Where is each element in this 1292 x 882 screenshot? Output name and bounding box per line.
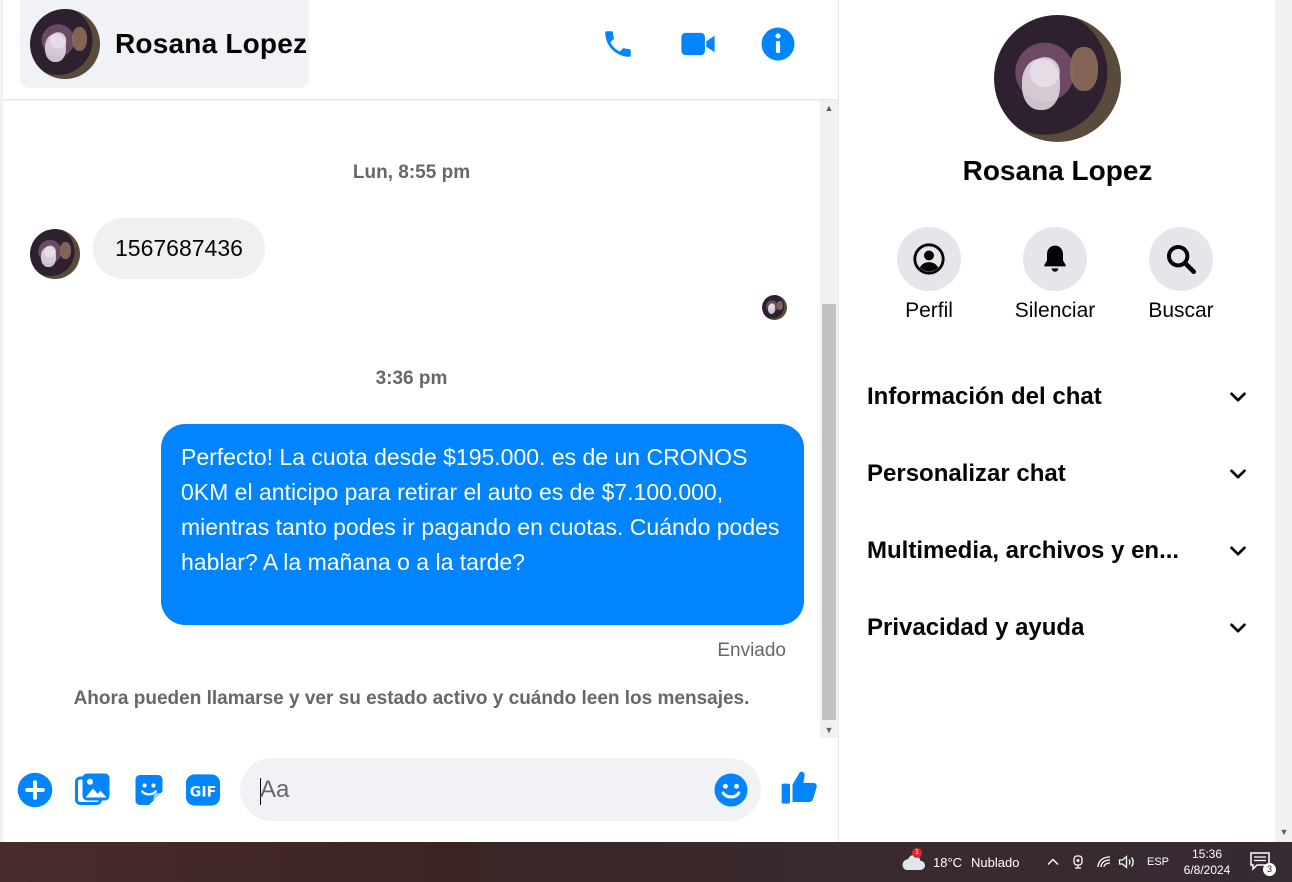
webcam-icon[interactable] <box>1071 842 1085 882</box>
weather-description: Nublado <box>971 854 1020 870</box>
phone-icon[interactable] <box>598 22 638 66</box>
gif-icon[interactable]: GIF <box>183 770 223 810</box>
input-language-indicator[interactable]: ESP <box>1147 842 1169 882</box>
chat-header: Rosana Lopez <box>3 0 838 100</box>
weather-widget[interactable]: 1 18°C Nublado <box>900 842 1019 882</box>
section-title: Multimedia, archivos y en... <box>867 537 1180 564</box>
clock-time: 15:36 <box>1191 847 1223 861</box>
window-scrollbar[interactable]: ▼ <box>1275 0 1292 842</box>
mute-button[interactable]: Silenciar <box>1000 227 1110 323</box>
mute-label: Silenciar <box>1014 299 1096 322</box>
chat-panel: Rosana Lopez Lun, 8:55 pm 1567687436 3:3… <box>0 0 838 842</box>
message-input[interactable] <box>260 758 690 821</box>
scroll-down-arrow-icon[interactable]: ▼ <box>1275 824 1292 840</box>
scroll-up-arrow-icon[interactable]: ▲ <box>820 100 838 116</box>
chevron-down-icon <box>1230 546 1246 556</box>
search-button[interactable]: Buscar <box>1126 227 1236 323</box>
system-clock[interactable]: 15:36 6/8/2024 <box>1176 846 1238 878</box>
profile-icon <box>897 227 961 291</box>
section-chat-info[interactable]: Información del chat <box>867 367 1249 427</box>
seen-indicator-avatar <box>762 295 787 320</box>
search-icon <box>1149 227 1213 291</box>
chevron-down-icon <box>1230 469 1246 479</box>
chevron-down-icon <box>1230 623 1246 633</box>
sender-avatar[interactable] <box>30 229 80 279</box>
messages-scrollbar[interactable]: ▲ ▼ <box>820 100 838 738</box>
profile-button[interactable]: Perfil <box>874 227 984 323</box>
cloud-icon: 1 <box>900 848 926 872</box>
video-camera-icon[interactable] <box>678 22 718 66</box>
section-title: Privacidad y ayuda <box>867 614 1085 641</box>
message-list: Lun, 8:55 pm 1567687436 3:36 pm Perfecto… <box>3 100 820 740</box>
chat-info-panel: Rosana Lopez Perfil Silenciar Buscar Inf… <box>838 0 1275 842</box>
search-label: Buscar <box>1148 299 1214 322</box>
wifi-icon[interactable] <box>1096 842 1112 882</box>
section-media-files[interactable]: Multimedia, archivos y en... <box>867 521 1249 581</box>
clock-date: 6/8/2024 <box>1183 863 1231 877</box>
info-contact-name: Rosana Lopez <box>962 155 1153 186</box>
section-title: Información del chat <box>867 383 1102 410</box>
chat-notice: Ahora pueden llamarse y ver su estado ac… <box>73 688 750 709</box>
profile-label: Perfil <box>905 299 953 322</box>
section-customize-chat[interactable]: Personalizar chat <box>867 444 1249 504</box>
contact-avatar <box>30 9 100 79</box>
volume-icon[interactable] <box>1118 842 1136 882</box>
scroll-thumb[interactable] <box>822 304 836 720</box>
message-composer: GIF <box>3 745 838 842</box>
sent-status: Enviado <box>717 640 786 661</box>
notification-center-icon[interactable]: 3 <box>1249 850 1276 876</box>
header-profile-button[interactable]: Rosana Lopez <box>20 0 309 88</box>
contact-name: Rosana Lopez <box>115 28 308 59</box>
windows-taskbar: 1 18°C Nublado ESP 15:36 6/8/2024 3 <box>0 842 1292 882</box>
header-actions <box>598 22 798 66</box>
plus-icon[interactable] <box>15 770 55 810</box>
scroll-down-arrow-icon[interactable]: ▼ <box>820 722 838 738</box>
message-timestamp: Lun, 8:55 pm <box>352 162 471 183</box>
emoji-icon[interactable] <box>711 770 751 810</box>
image-icon[interactable] <box>73 770 113 810</box>
sent-message-bubble[interactable]: Perfecto! La cuota desde $195.000. es de… <box>161 424 804 625</box>
chevron-down-icon <box>1230 392 1246 402</box>
received-message-bubble[interactable]: 1567687436 <box>93 218 265 279</box>
section-privacy-help[interactable]: Privacidad y ayuda <box>867 598 1249 658</box>
message-input-container[interactable] <box>240 758 761 821</box>
show-hidden-icons-chevron-up-icon[interactable] <box>1046 842 1060 882</box>
info-icon[interactable] <box>758 22 798 66</box>
info-contact-avatar[interactable] <box>994 15 1121 142</box>
section-title: Personalizar chat <box>867 460 1066 487</box>
weather-badge: 1 <box>912 848 922 858</box>
thumbs-up-icon[interactable] <box>780 767 820 807</box>
notification-count-badge: 3 <box>1263 863 1276 876</box>
bell-icon <box>1023 227 1087 291</box>
gif-label: GIF <box>190 784 217 800</box>
weather-temperature: 18°C <box>933 854 963 870</box>
sticker-icon[interactable] <box>129 770 169 810</box>
message-timestamp: 3:36 pm <box>375 368 448 389</box>
